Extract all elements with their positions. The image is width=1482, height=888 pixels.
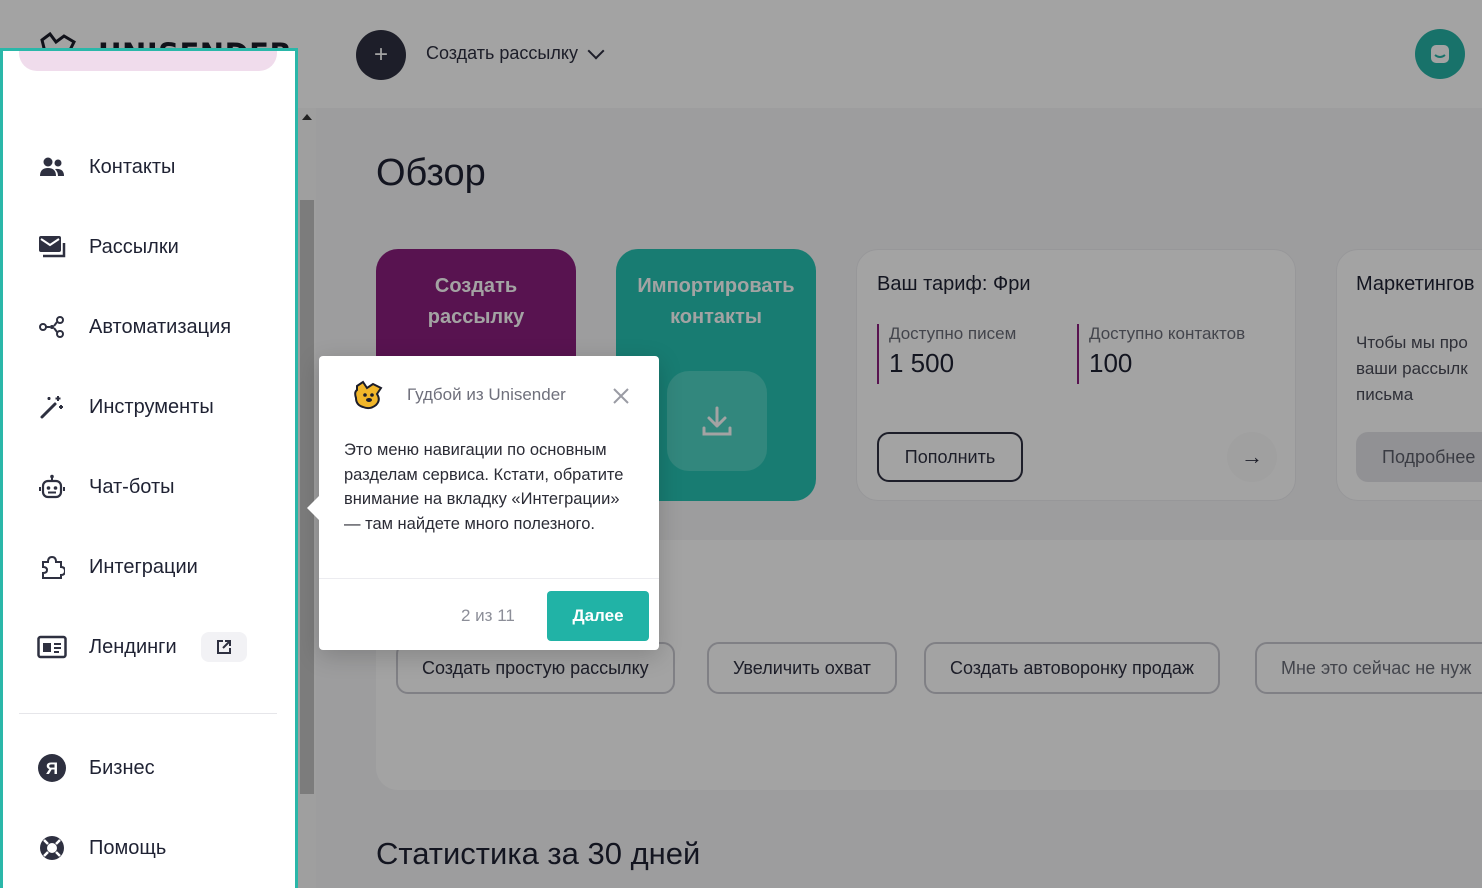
sidebar-item-label: Автоматизация bbox=[89, 315, 232, 338]
tooltip-divider bbox=[319, 578, 659, 579]
magic-wand-icon bbox=[37, 392, 67, 422]
external-link-icon bbox=[200, 632, 247, 662]
robot-icon bbox=[37, 472, 67, 502]
close-icon[interactable] bbox=[609, 384, 633, 408]
dog-avatar-icon bbox=[354, 380, 383, 410]
sidebar-item-chatbots[interactable]: Чат-боты bbox=[37, 472, 175, 502]
scroll-up-arrow-icon[interactable] bbox=[302, 114, 312, 120]
tooltip-step-counter: 2 из 11 bbox=[461, 606, 515, 625]
help-icon bbox=[37, 833, 67, 863]
mail-icon bbox=[37, 232, 67, 262]
sidebar-item-integrations[interactable]: Интеграции bbox=[37, 552, 198, 582]
tooltip-pointer bbox=[307, 494, 321, 522]
sidebar-item-label: Контакты bbox=[89, 155, 176, 178]
tooltip-author: Гудбой из Unisender bbox=[407, 385, 566, 404]
svg-text:Я: Я bbox=[46, 759, 58, 778]
sidebar-item-label: Лендинги bbox=[89, 635, 177, 658]
tooltip-header: Гудбой из Unisender bbox=[351, 380, 566, 410]
sidebar-item-campaigns[interactable]: Рассылки bbox=[37, 232, 179, 262]
automation-icon bbox=[37, 312, 67, 342]
yandex-icon: Я bbox=[37, 753, 67, 783]
landing-icon bbox=[37, 632, 67, 662]
sidebar-item-tools[interactable]: Инструменты bbox=[37, 392, 214, 422]
sidebar-item-landings[interactable]: Лендинги bbox=[37, 632, 247, 662]
sidebar-item-label: Рассылки bbox=[89, 235, 179, 258]
sidebar-divider bbox=[19, 713, 277, 714]
sidebar-item-help[interactable]: Помощь bbox=[37, 833, 166, 863]
next-button[interactable]: Далее bbox=[547, 591, 649, 641]
sidebar-item-label: Чат-боты bbox=[89, 475, 175, 498]
puzzle-icon bbox=[37, 552, 67, 582]
contacts-icon bbox=[37, 152, 67, 182]
sidebar-item-label: Инструменты bbox=[89, 395, 214, 418]
onboarding-tooltip: Гудбой из Unisender Это меню навигации п… bbox=[307, 356, 659, 650]
sidebar-item-business[interactable]: Я Бизнес bbox=[37, 753, 155, 783]
sidebar-item-automation[interactable]: Автоматизация bbox=[37, 312, 231, 342]
sidebar-item-contacts[interactable]: Контакты bbox=[37, 152, 175, 182]
sidebar-item-label: Бизнес bbox=[89, 756, 155, 779]
tooltip-text: Это меню навигации по основным разделам … bbox=[344, 441, 624, 533]
sidebar-item-label: Интеграции bbox=[89, 555, 198, 578]
sidebar: Контакты Рассылки Автоматизация Инструме… bbox=[0, 48, 298, 888]
sidebar-item-label: Помощь bbox=[89, 836, 167, 859]
sidebar-active-item-edge bbox=[19, 51, 277, 71]
